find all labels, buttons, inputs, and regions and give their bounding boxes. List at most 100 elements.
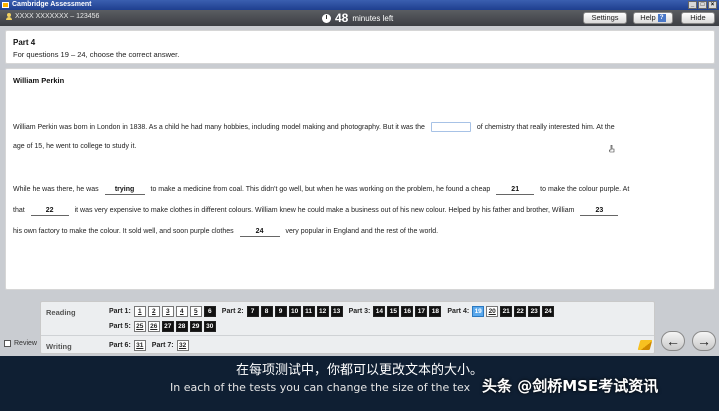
hide-label: Hide	[690, 13, 706, 22]
writing-section-label: Writing	[46, 342, 72, 351]
settings-button[interactable]: Settings	[583, 12, 627, 24]
candidate-info: XXXX XXXXXXX – 123456	[6, 13, 99, 20]
passage-text: to make the colour purple. At	[540, 186, 630, 193]
previous-button[interactable]: ←	[661, 331, 685, 351]
window-controls: _ □ ×	[688, 1, 717, 9]
question-28-button[interactable]: 28	[175, 321, 188, 332]
passage-title: William Perkin	[13, 76, 65, 85]
question-27-button[interactable]: 27	[161, 321, 174, 332]
part-label: Part 2:	[221, 308, 244, 315]
reading-part5-row: Part 5: 25 26 27 28 29 30	[105, 321, 218, 332]
passage-text: it was very expensive to make clothes in…	[74, 207, 575, 214]
question-7-button[interactable]: 7	[246, 306, 259, 317]
part-label: Part 3:	[348, 308, 371, 315]
passage-panel: William Perkin William Perkin was born i…	[5, 68, 715, 290]
passage-text: very popular in England and the rest of …	[285, 228, 439, 235]
question-9-button[interactable]: 9	[274, 306, 287, 317]
question-19-button[interactable]: 19	[472, 306, 485, 317]
question-13-button[interactable]: 13	[330, 306, 343, 317]
question-18-button[interactable]: 18	[429, 306, 442, 317]
question-3-button[interactable]: 3	[161, 306, 174, 317]
part-instructions: For questions 19 – 24, choose the correc…	[13, 50, 180, 59]
question-11-button[interactable]: 11	[302, 306, 315, 317]
review-label: Review	[14, 340, 37, 347]
gap-22-answer[interactable]: 22	[30, 206, 69, 216]
passage-line: age of 15, he went to college to study i…	[13, 143, 136, 150]
question-31-button[interactable]: 31	[133, 340, 146, 351]
question-10-button[interactable]: 10	[288, 306, 301, 317]
part-label: Part 5:	[109, 323, 131, 330]
arrow-right-icon: →	[697, 333, 711, 349]
settings-label: Settings	[591, 13, 619, 22]
top-toolbar: XXXX XXXXXXX – 123456 48 minutes left Se…	[0, 10, 719, 26]
timer-unit: minutes left	[352, 13, 394, 23]
subtitle-english: In each of the tests you can change the …	[170, 381, 471, 394]
help-icon: ?	[657, 14, 666, 23]
divider	[41, 335, 654, 336]
timer-value: 48	[335, 11, 349, 25]
next-button[interactable]: →	[692, 331, 716, 351]
instructions-panel: Part 4 For questions 19 – 24, choose the…	[5, 30, 715, 64]
exam-window: Cambridge Assessment _ □ × XXXX XXXXXXX …	[0, 0, 719, 411]
review-toggle[interactable]: Review	[4, 340, 37, 347]
gap-24-answer[interactable]: 24	[239, 227, 280, 237]
passage-text: to make a medicine from coal. This didn'…	[150, 186, 491, 193]
passage-text: William Perkin was born in London in 183…	[13, 123, 425, 131]
question-5-button[interactable]: 5	[189, 306, 202, 317]
candidate-id: XXXX XXXXXXX – 123456	[15, 13, 100, 20]
question-2-button[interactable]: 2	[147, 306, 160, 317]
passage-text: that	[13, 207, 25, 214]
question-8-button[interactable]: 8	[260, 306, 273, 317]
part-label: Part 4:	[447, 308, 470, 315]
question-16-button[interactable]: 16	[401, 306, 414, 317]
question-1-button[interactable]: 1	[133, 306, 146, 317]
passage-text: of chemistry that really interested him.…	[476, 123, 615, 131]
gap-21-answer[interactable]: 21	[496, 185, 535, 195]
question-17-button[interactable]: 17	[415, 306, 428, 317]
gap-20-answer[interactable]: trying	[104, 185, 145, 195]
question-22-button[interactable]: 22	[514, 306, 527, 317]
question-21-button[interactable]: 21	[500, 306, 513, 317]
minimize-icon[interactable]: _	[688, 1, 697, 9]
app-icon	[2, 2, 9, 8]
passage-text: While he was there, he was	[13, 186, 99, 193]
arrow-left-icon: ←	[666, 333, 680, 349]
part-label: Part 6:	[109, 342, 131, 349]
timer: 48 minutes left	[322, 11, 393, 25]
gap-19-input[interactable]	[430, 122, 471, 132]
review-checkbox[interactable]	[4, 340, 11, 347]
question-15-button[interactable]: 15	[387, 306, 400, 317]
maximize-icon[interactable]: □	[698, 1, 707, 9]
writing-parts-row: Part 6: 31 Part 7: 32	[105, 340, 191, 351]
passage-line: While he was there, he was trying to mak…	[13, 185, 629, 195]
help-button[interactable]: Help?	[633, 12, 673, 24]
question-29-button[interactable]: 29	[189, 321, 202, 332]
question-25-button[interactable]: 25	[133, 321, 146, 332]
title-bar: Cambridge Assessment _ □ ×	[0, 0, 719, 10]
clock-icon	[322, 13, 331, 23]
reading-parts-row: Part 1: 1 2 3 4 5 6 Part 2: 7 8 9 10 11 12 13 Part 3: 14…	[105, 306, 556, 317]
passage-line: William Perkin was born in London in 183…	[13, 122, 615, 132]
passage-text: his own factory to make the colour. It s…	[13, 228, 234, 235]
question-6-button[interactable]: 6	[203, 306, 216, 317]
question-24-button[interactable]: 24	[542, 306, 555, 317]
part-label: Part 7:	[151, 342, 174, 349]
candidate-icon	[6, 13, 12, 20]
passage-text: age of 15, he went to college to study i…	[13, 143, 137, 150]
help-label: Help	[640, 13, 656, 22]
question-32-button[interactable]: 32	[176, 340, 189, 351]
question-12-button[interactable]: 12	[316, 306, 329, 317]
question-4-button[interactable]: 4	[175, 306, 188, 317]
question-26-button[interactable]: 26	[147, 321, 160, 332]
question-20-button[interactable]: 20	[486, 306, 499, 317]
question-30-button[interactable]: 30	[203, 321, 216, 332]
gap-23-answer[interactable]: 23	[580, 206, 619, 216]
question-23-button[interactable]: 23	[528, 306, 541, 317]
watermark: 头条 @剑桥MSE考试资讯	[482, 377, 659, 395]
part-heading: Part 4	[13, 38, 36, 47]
window-title: Cambridge Assessment	[12, 1, 92, 8]
passage-line: his own factory to make the colour. It s…	[13, 227, 438, 237]
hide-button[interactable]: Hide	[681, 12, 715, 24]
question-14-button[interactable]: 14	[373, 306, 386, 317]
close-icon[interactable]: ×	[708, 1, 717, 9]
